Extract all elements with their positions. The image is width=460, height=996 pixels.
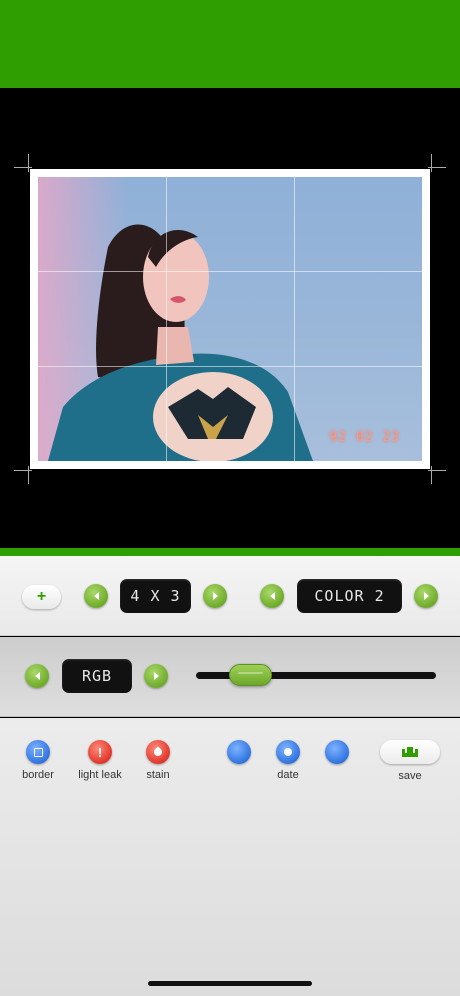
chevron-left-icon (93, 592, 99, 600)
photo-stage: 92 02 23 (0, 88, 460, 548)
grid-line-h2 (38, 366, 422, 367)
crop-mark-tl-v (28, 154, 29, 172)
crop-mark-bl-h (14, 470, 32, 471)
dot-icon (284, 748, 292, 756)
aspect-next-button[interactable] (203, 584, 227, 608)
mode-prev-button[interactable] (25, 664, 49, 688)
date-toggle-button[interactable] (276, 740, 300, 764)
chevron-right-icon (212, 592, 218, 600)
date-stamp: 92 02 23 (329, 430, 400, 445)
mode-next-button[interactable] (144, 664, 168, 688)
light-leak-button[interactable]: ! (88, 740, 112, 764)
intensity-slider-knob[interactable] (229, 664, 273, 686)
aspect-ratio-display: 4 X 3 (120, 579, 191, 613)
border-button[interactable] (26, 740, 50, 764)
photo-frame[interactable]: 92 02 23 (30, 169, 430, 469)
date-prev-button[interactable] (227, 740, 251, 764)
color-next-button[interactable] (414, 584, 438, 608)
top-bar (0, 0, 460, 88)
photo-image[interactable]: 92 02 23 (38, 177, 422, 461)
download-tray-icon (402, 747, 418, 757)
color-prev-button[interactable] (260, 584, 284, 608)
color-display: COLOR 2 (297, 579, 402, 613)
portrait-illustration (38, 177, 313, 461)
crop-mark-tl-h (14, 167, 32, 168)
chevron-left-icon (269, 592, 275, 600)
grid-line-v1 (166, 177, 167, 461)
crop-mark-tr-v (431, 154, 432, 172)
green-divider (0, 548, 460, 556)
save-button[interactable] (380, 740, 440, 764)
droplet-icon (152, 746, 164, 758)
date-label: date (277, 769, 299, 781)
chevron-left-icon (34, 672, 40, 680)
grid-line-h1 (38, 271, 422, 272)
stain-label: stain (146, 769, 170, 781)
chevron-right-icon (153, 672, 159, 680)
chevron-right-icon (423, 592, 429, 600)
grid-line-v2 (294, 177, 295, 461)
crop-mark-bl-v (28, 466, 29, 484)
crop-mark-br-v (431, 466, 432, 484)
exclamation-icon: ! (97, 744, 103, 760)
square-icon (33, 747, 43, 757)
date-next-button[interactable] (325, 740, 349, 764)
home-indicator (148, 981, 312, 986)
save-label: save (398, 770, 422, 782)
add-button[interactable]: + (22, 585, 61, 609)
stain-button[interactable] (146, 740, 170, 764)
mode-display: RGB (62, 659, 132, 693)
aspect-prev-button[interactable] (84, 584, 108, 608)
